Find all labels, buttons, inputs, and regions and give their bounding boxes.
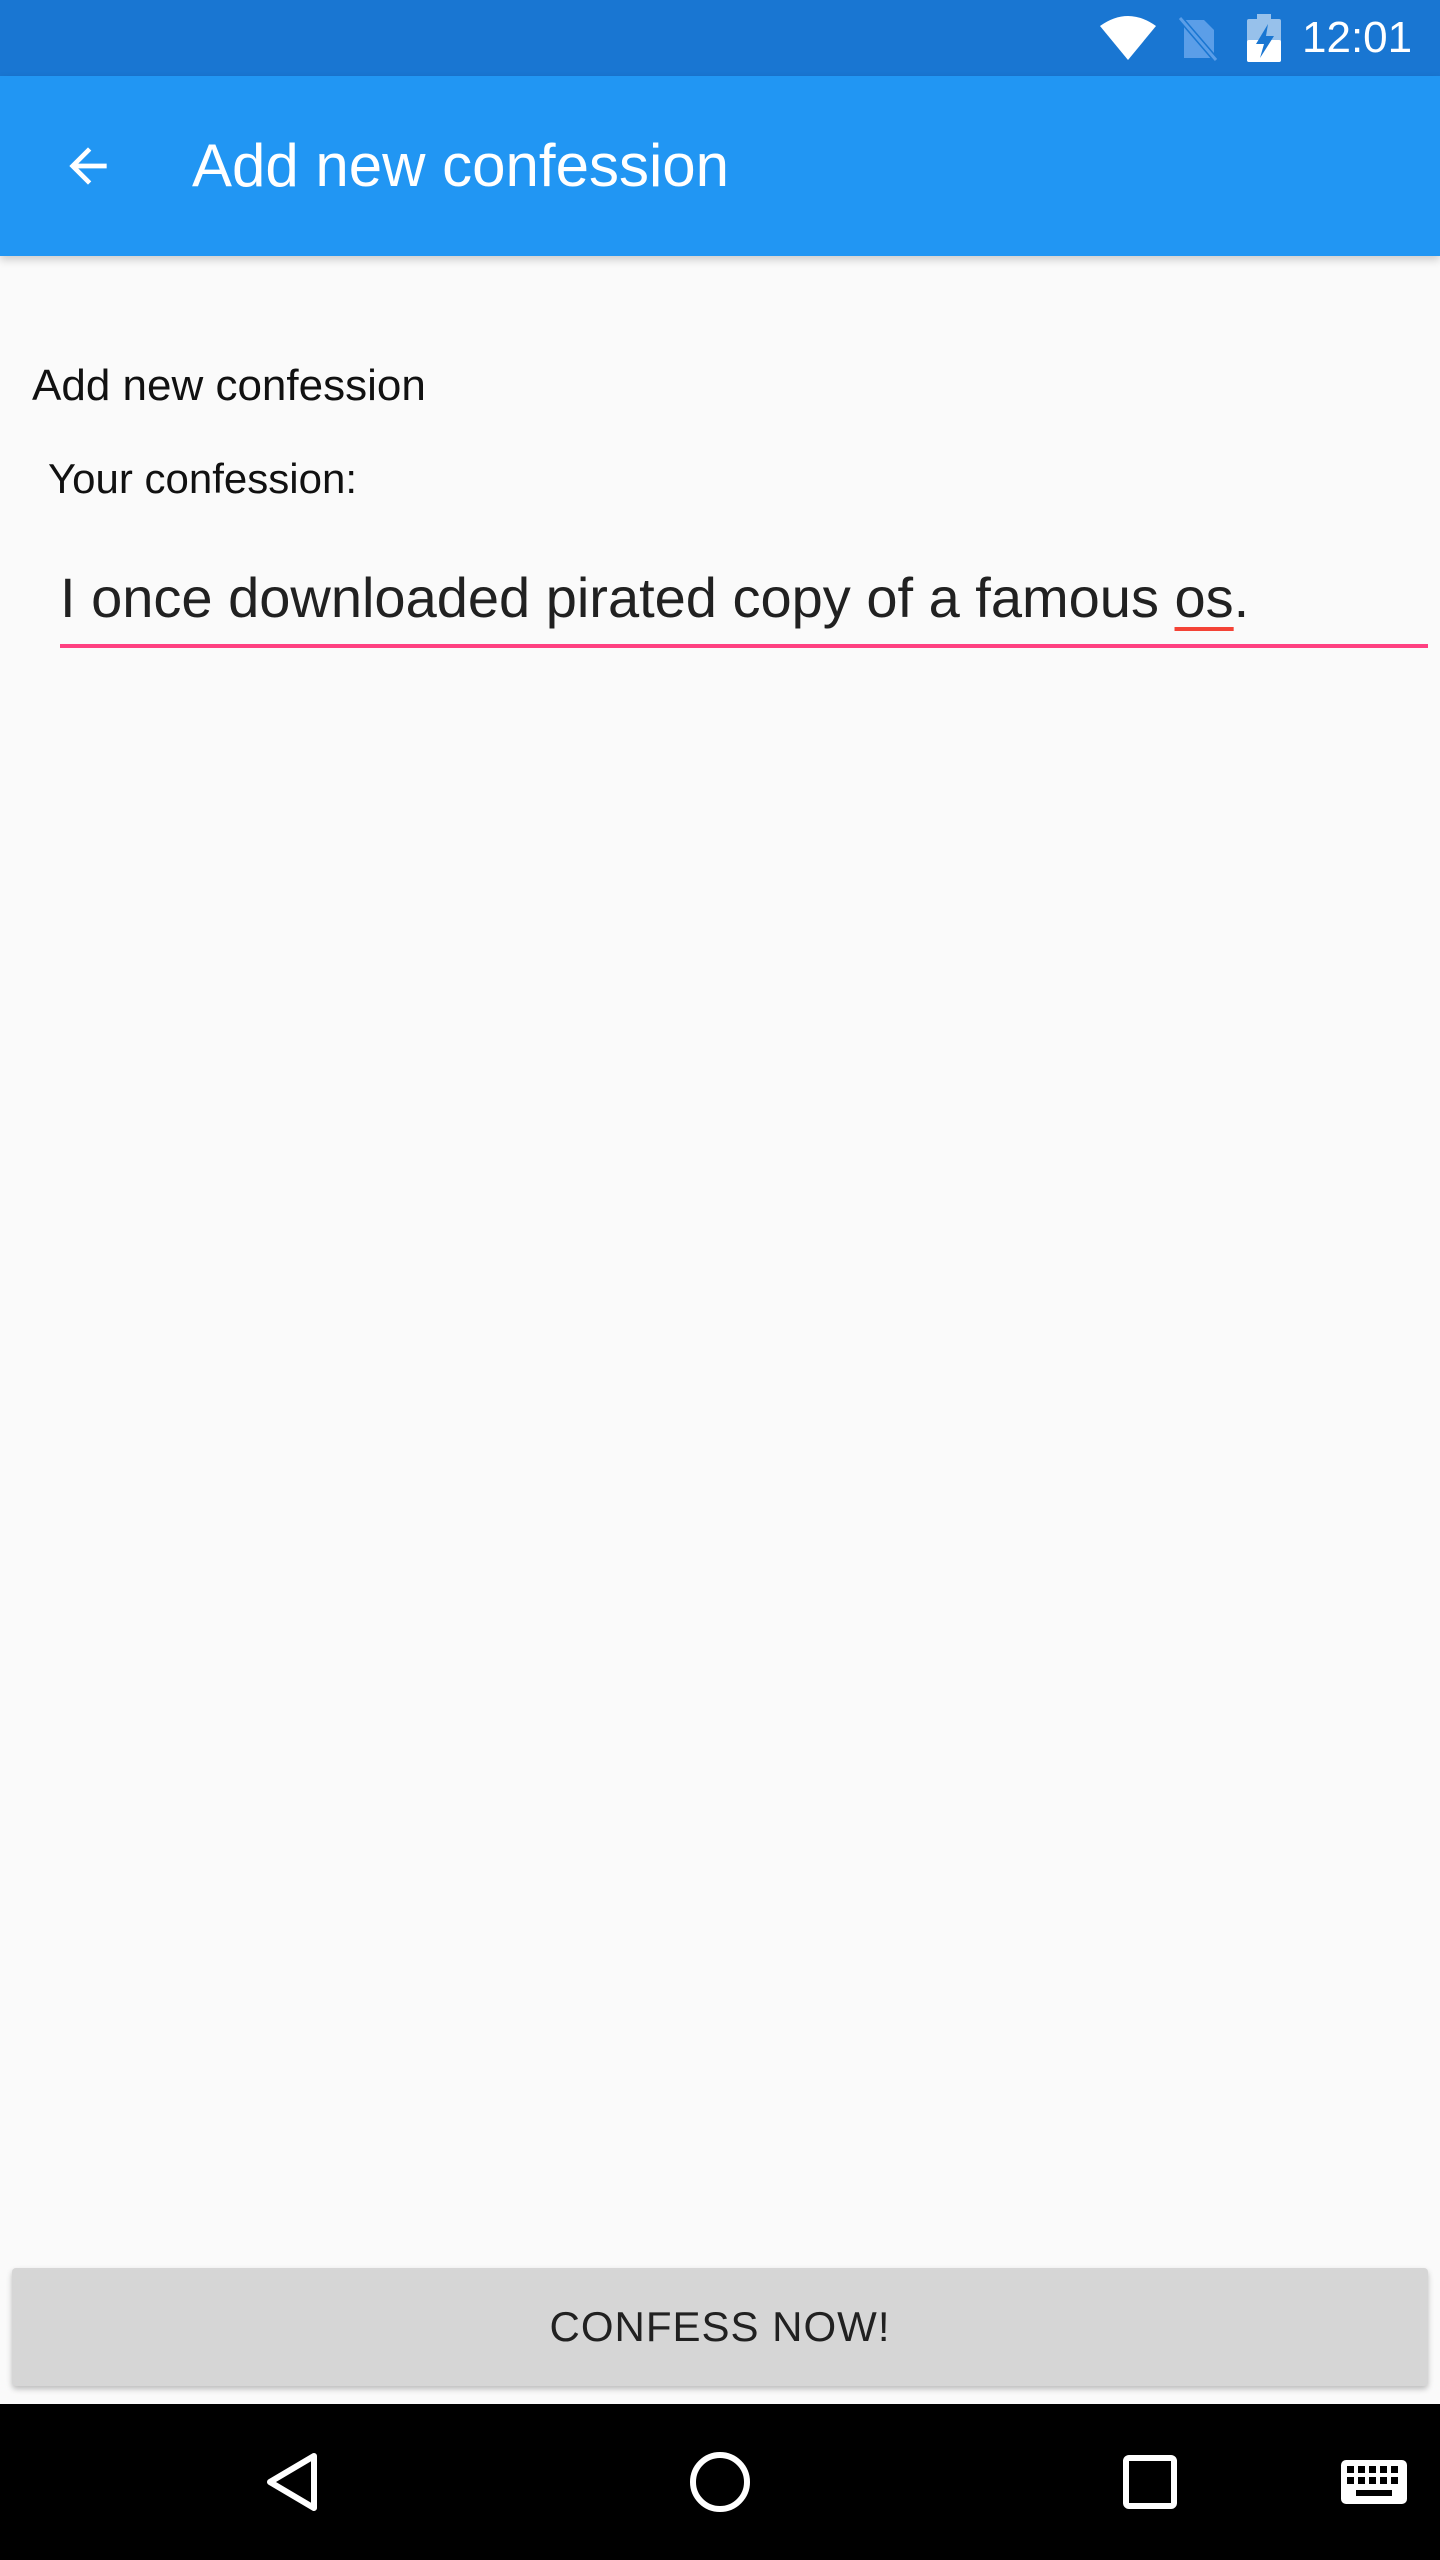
battery-charging-icon (1247, 14, 1281, 62)
wifi-icon (1100, 16, 1156, 60)
nav-home-button[interactable] (670, 2432, 770, 2532)
arrow-back-icon (69, 147, 107, 185)
app-bar: Add new confession (0, 76, 1440, 256)
navigation-bar (0, 2404, 1440, 2560)
confession-text-end: . (1233, 566, 1250, 629)
confession-input[interactable]: I once downloaded pirated copy of a famo… (60, 552, 1428, 648)
misspelled-word[interactable]: os (1175, 566, 1234, 629)
app-bar-title: Add new confession (192, 132, 730, 199)
back-button[interactable] (40, 118, 136, 214)
status-time: 12:01 (1302, 13, 1413, 62)
status-bar: 12:01 (0, 0, 1440, 76)
no-sim-icon (1177, 16, 1219, 62)
confession-text-part: I once downloaded pirated copy of a famo… (60, 566, 1175, 629)
nav-back-icon (267, 2453, 317, 2511)
nav-back-button[interactable] (242, 2432, 342, 2532)
keyboard-icon (1341, 2460, 1407, 2504)
nav-home-icon (690, 2452, 750, 2512)
confession-label: Your confession: (48, 455, 357, 502)
confession-input-text: I once downloaded pirated copy of a famo… (60, 550, 1249, 646)
screen: 12:01 Add new confession Add new confess… (0, 0, 1440, 2560)
nav-recents-button[interactable] (1100, 2432, 1200, 2532)
confess-now-label: CONFESS NOW! (549, 2303, 891, 2350)
keyboard-switch-button[interactable] (1326, 2432, 1422, 2532)
nav-recents-icon (1123, 2455, 1177, 2509)
page-heading: Add new confession (32, 361, 426, 410)
confess-now-button[interactable]: CONFESS NOW! (12, 2268, 1428, 2386)
